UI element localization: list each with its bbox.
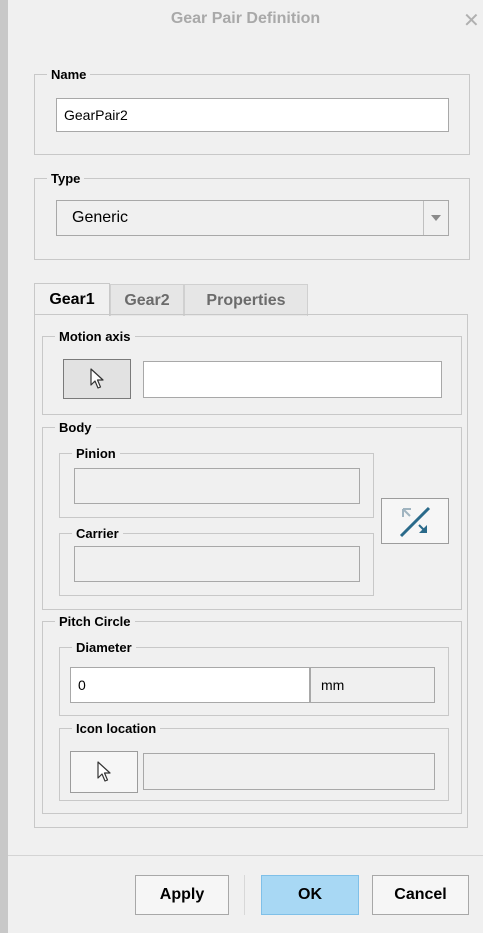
button-separator [244,875,245,915]
motion-axis-legend: Motion axis [59,329,131,344]
icon-location-select-button[interactable] [70,751,138,793]
motion-axis-select-button[interactable] [63,359,131,399]
icon-location-field[interactable] [143,753,435,790]
pinion-field[interactable] [74,468,360,504]
close-icon[interactable]: ✕ [463,8,480,33]
footer-divider [8,855,483,856]
swap-pinion-carrier-button[interactable] [381,498,449,544]
cursor-arrow-icon [90,368,104,389]
diameter-legend: Diameter [76,640,132,655]
name-input[interactable]: GearPair2 [56,98,449,132]
type-dropdown-value: Generic [72,209,129,226]
type-dropdown[interactable]: Generic [56,200,449,236]
apply-button[interactable]: Apply [135,875,229,915]
type-group-legend: Type [51,171,81,186]
window-left-border [0,0,8,933]
pitch-circle-legend: Pitch Circle [59,614,131,629]
title-bar[interactable]: Gear Pair Definition ✕ [8,0,483,40]
icon-location-legend: Icon location [76,721,157,736]
name-group-legend: Name [51,67,87,82]
chevron-down-icon[interactable] [423,201,448,235]
carrier-legend: Carrier [76,526,119,541]
cancel-button[interactable]: Cancel [372,875,469,915]
cursor-arrow-icon [97,761,111,782]
window-title: Gear Pair Definition [170,10,321,27]
swap-icon [399,506,431,538]
motion-axis-field[interactable] [143,361,442,398]
ok-button[interactable]: OK [261,875,359,915]
tab-gear2[interactable]: Gear2 [110,284,184,316]
tab-gear1[interactable]: Gear1 [34,283,110,316]
carrier-field[interactable] [74,546,360,582]
diameter-unit: mm [310,667,435,703]
diameter-input[interactable]: 0 [70,667,310,703]
body-legend: Body [59,420,92,435]
pinion-legend: Pinion [76,446,116,461]
tab-properties[interactable]: Properties [184,284,308,316]
